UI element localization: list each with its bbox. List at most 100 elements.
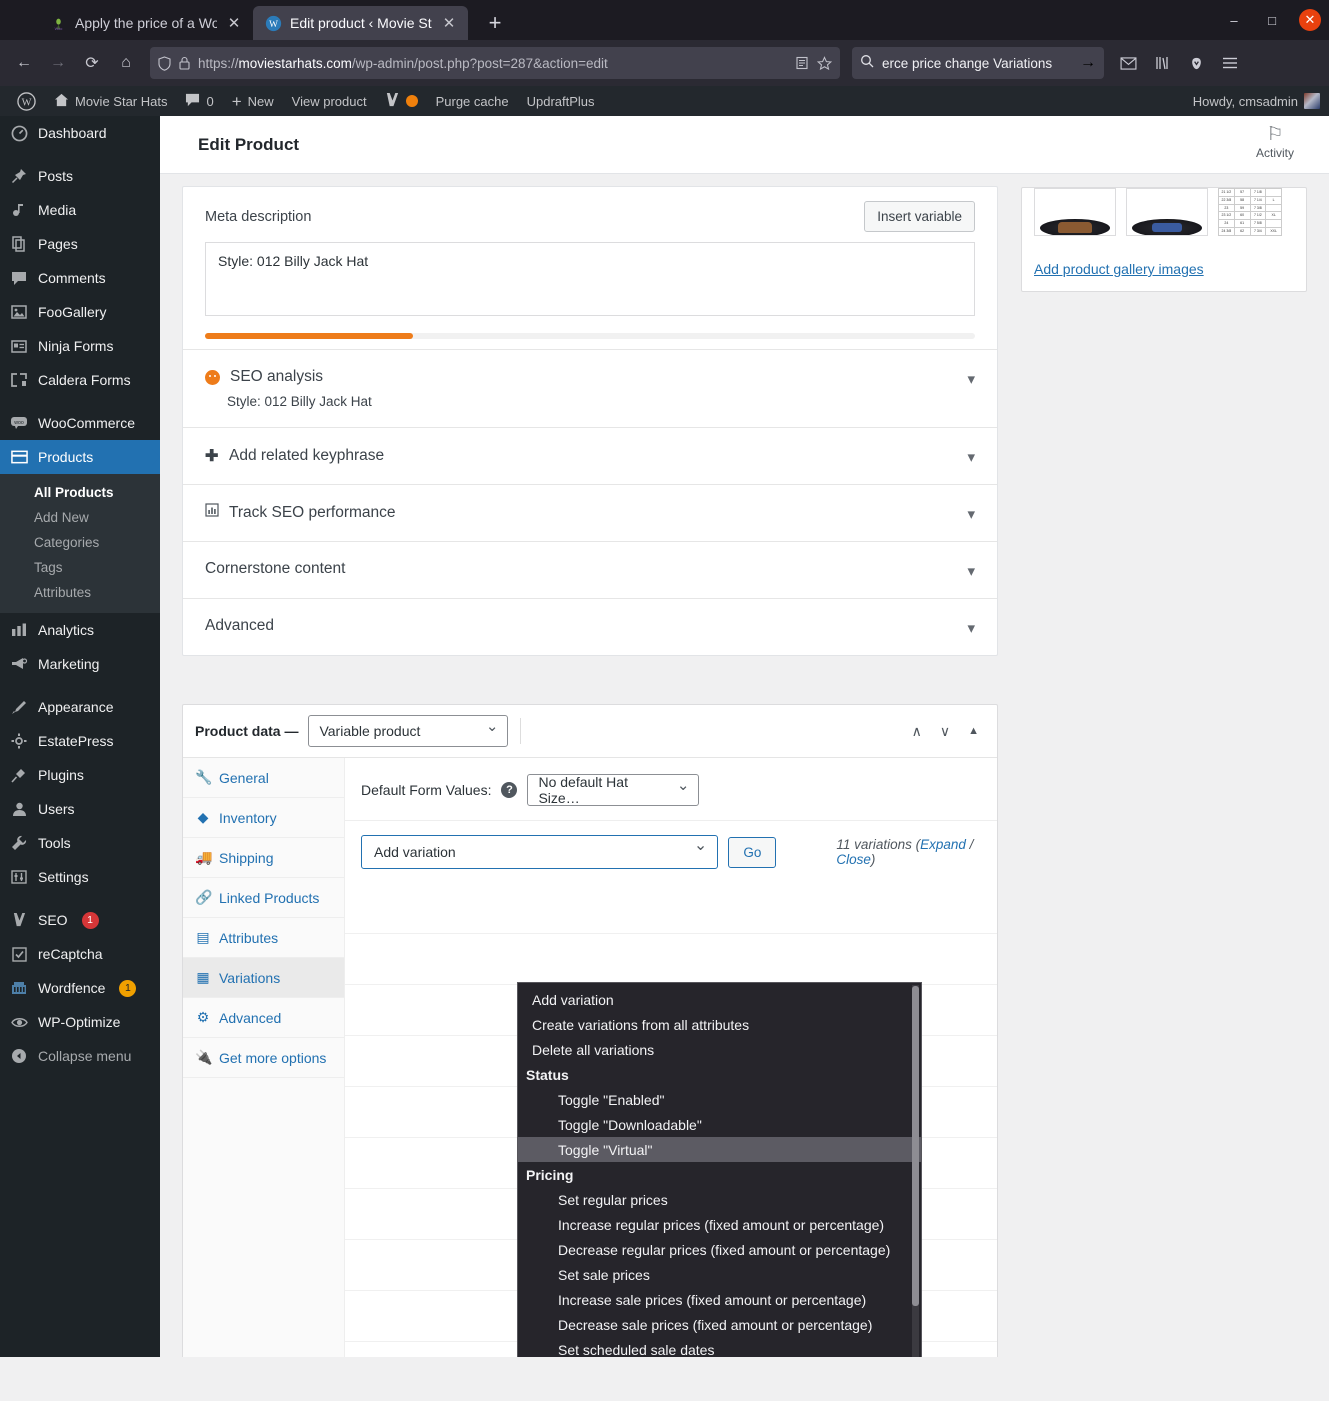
forward-button[interactable]: → (42, 47, 74, 79)
sidebar-item-recaptcha[interactable]: reCaptcha (0, 937, 160, 971)
maximize-button[interactable]: □ (1253, 0, 1291, 40)
sidebar-item-users[interactable]: Users (0, 792, 160, 826)
sidebar-item-attributes[interactable]: Attributes (0, 580, 160, 605)
sidebar-item-wp-optimize[interactable]: WP-Optimize (0, 1005, 160, 1039)
table-row[interactable] (345, 883, 997, 934)
dropdown-item[interactable]: Decrease sale prices (fixed amount or pe… (518, 1312, 921, 1337)
default-hat-size-select[interactable]: No default Hat Size… (527, 774, 700, 806)
sidebar-item-estatepress[interactable]: EstatePress (0, 724, 160, 758)
tab-linked-products[interactable]: 🔗 Linked Products (183, 878, 344, 918)
gallery-thumbnail[interactable] (1126, 188, 1208, 236)
dropdown-item[interactable]: Decrease regular prices (fixed amount or… (518, 1237, 921, 1262)
close-window-button[interactable]: ✕ (1291, 0, 1329, 40)
sidebar-item-comments[interactable]: Comments (0, 261, 160, 295)
sidebar-item-woocommerce[interactable]: woo WooCommerce (0, 406, 160, 440)
bookmark-star-icon[interactable] (817, 55, 832, 71)
url-text[interactable]: https://moviestarhats.com/wp-admin/post.… (198, 56, 787, 71)
search-input[interactable]: erce price change Variations (882, 56, 1072, 71)
chevron-down-icon[interactable]: ▾ (967, 560, 975, 580)
activity-button[interactable]: ⚐ Activity (1245, 124, 1305, 160)
sidebar-item-dashboard[interactable]: Dashboard (0, 116, 160, 150)
sidebar-item-marketing[interactable]: Marketing (0, 647, 160, 681)
close-icon[interactable]: ✕ (225, 16, 243, 31)
dropdown-item[interactable]: Create variations from all attributes (518, 1012, 921, 1037)
meta-description-input[interactable] (205, 242, 975, 316)
dropdown-item[interactable]: Increase regular prices (fixed amount or… (518, 1212, 921, 1237)
tab-get-more-options[interactable]: 🔌 Get more options (183, 1038, 344, 1078)
bulk-action-select[interactable]: Add variation (361, 835, 719, 869)
sidebar-item-media[interactable]: Media (0, 193, 160, 227)
close-icon[interactable]: ✕ (440, 16, 458, 31)
sidebar-item-tags[interactable]: Tags (0, 555, 160, 580)
move-up-button[interactable]: ∧ (912, 723, 922, 740)
toggle-panel-button[interactable]: ▲ (968, 725, 979, 737)
dropdown-item[interactable]: Toggle "Enabled" (518, 1087, 921, 1112)
table-row[interactable] (345, 934, 997, 985)
product-type-select[interactable]: Variable product (308, 715, 509, 747)
adminbar-updraftplus[interactable]: UpdraftPlus (518, 86, 604, 116)
hamburger-menu-icon[interactable] (1214, 47, 1246, 79)
sidebar-item-all-products[interactable]: All Products (0, 480, 160, 505)
dropdown-item[interactable]: Toggle "Downloadable" (518, 1112, 921, 1137)
reload-button[interactable]: ⟳ (76, 47, 108, 79)
seo-row-advanced[interactable]: Advanced ▾ (183, 598, 997, 655)
sidebar-item-settings[interactable]: Settings (0, 860, 160, 894)
dropdown-item[interactable]: Set scheduled sale dates (518, 1337, 921, 1358)
sidebar-item-add-new[interactable]: Add New (0, 505, 160, 530)
wordpress-logo[interactable]: W (8, 86, 45, 116)
back-button[interactable]: ← (8, 47, 40, 79)
sidebar-item-products[interactable]: Products (0, 440, 160, 474)
sidebar-item-appearance[interactable]: Appearance (0, 690, 160, 724)
sidebar-item-plugins[interactable]: Plugins (0, 758, 160, 792)
adminbar-purge-cache[interactable]: Purge cache (427, 86, 518, 116)
help-icon[interactable]: ? (501, 782, 518, 798)
chevron-down-icon[interactable]: ▾ (967, 368, 975, 388)
sidebar-item-analytics[interactable]: Analytics (0, 613, 160, 647)
new-tab-button[interactable]: + (482, 10, 508, 36)
seo-row-seo-analysis[interactable]: SEO analysis Style: 012 Billy Jack Hat ▾ (183, 349, 997, 427)
search-go-icon[interactable]: → (1080, 54, 1096, 72)
adminbar-new[interactable]: + New (223, 86, 283, 116)
tab-attributes[interactable]: ▤ Attributes (183, 918, 344, 958)
close-link[interactable]: Close (836, 852, 871, 867)
tab-shipping[interactable]: 🚚 Shipping (183, 838, 344, 878)
chevron-down-icon[interactable]: ▾ (967, 617, 975, 637)
size-chart-image[interactable]: 21 1/2 57 7 1/8 22 3/8 58 7 1/4 L 23 59 7 3/8 2… (1218, 188, 1282, 236)
chevron-down-icon[interactable]: ▾ (967, 503, 975, 523)
reader-view-icon[interactable] (795, 56, 809, 70)
sidebar-item-collapse-menu[interactable]: Collapse menu (0, 1039, 160, 1073)
tab-general[interactable]: 🔧 General (183, 758, 344, 798)
browser-tab-1[interactable]: Woo Apply the price of a Woo ✕ (38, 6, 253, 40)
sidebar-item-caldera-forms[interactable]: Caldera Forms (0, 363, 160, 397)
dropdown-scrollbar-thumb[interactable] (912, 986, 919, 1306)
gallery-thumbnail[interactable] (1034, 188, 1116, 236)
mail-icon[interactable] (1112, 47, 1144, 79)
dropdown-item[interactable]: Add variation (518, 987, 921, 1012)
adminbar-howdy[interactable]: Howdy, cmsadmin (1184, 86, 1329, 116)
tab-variations[interactable]: ▦ Variations (183, 958, 344, 998)
sidebar-item-wordfence[interactable]: Wordfence 1 (0, 971, 160, 1005)
sidebar-item-foogallery[interactable]: FooGallery (0, 295, 160, 329)
adminbar-site-name[interactable]: Movie Star Hats (45, 86, 176, 116)
dropdown-item[interactable]: Set sale prices (518, 1262, 921, 1287)
sidebar-item-pages[interactable]: Pages (0, 227, 160, 261)
search-bar[interactable]: erce price change Variations → (852, 47, 1104, 79)
sidebar-item-posts[interactable]: Posts (0, 159, 160, 193)
library-icon[interactable] (1146, 47, 1178, 79)
sidebar-item-categories[interactable]: Categories (0, 530, 160, 555)
dropdown-item[interactable]: Delete all variations (518, 1037, 921, 1062)
sidebar-item-tools[interactable]: Tools (0, 826, 160, 860)
chevron-down-icon[interactable]: ▾ (967, 446, 975, 466)
seo-row-cornerstone-content[interactable]: Cornerstone content ▾ (183, 541, 997, 598)
bulk-action-dropdown[interactable]: Add variation Create variations from all … (517, 982, 922, 1357)
seo-row-add-related-keyphrase[interactable]: ✚ Add related keyphrase ▾ (183, 427, 997, 484)
shield-icon[interactable] (158, 55, 171, 71)
sidebar-item-seo[interactable]: SEO 1 (0, 903, 160, 937)
tab-advanced[interactable]: ⚙ Advanced (183, 998, 344, 1038)
adminbar-yoast[interactable] (376, 86, 427, 116)
seo-row-track-seo-performance[interactable]: Track SEO performance ▾ (183, 484, 997, 541)
expand-link[interactable]: Expand (920, 837, 966, 852)
move-down-button[interactable]: ∨ (940, 723, 950, 740)
home-button[interactable]: ⌂ (110, 47, 142, 79)
adminbar-view-product[interactable]: View product (283, 86, 376, 116)
